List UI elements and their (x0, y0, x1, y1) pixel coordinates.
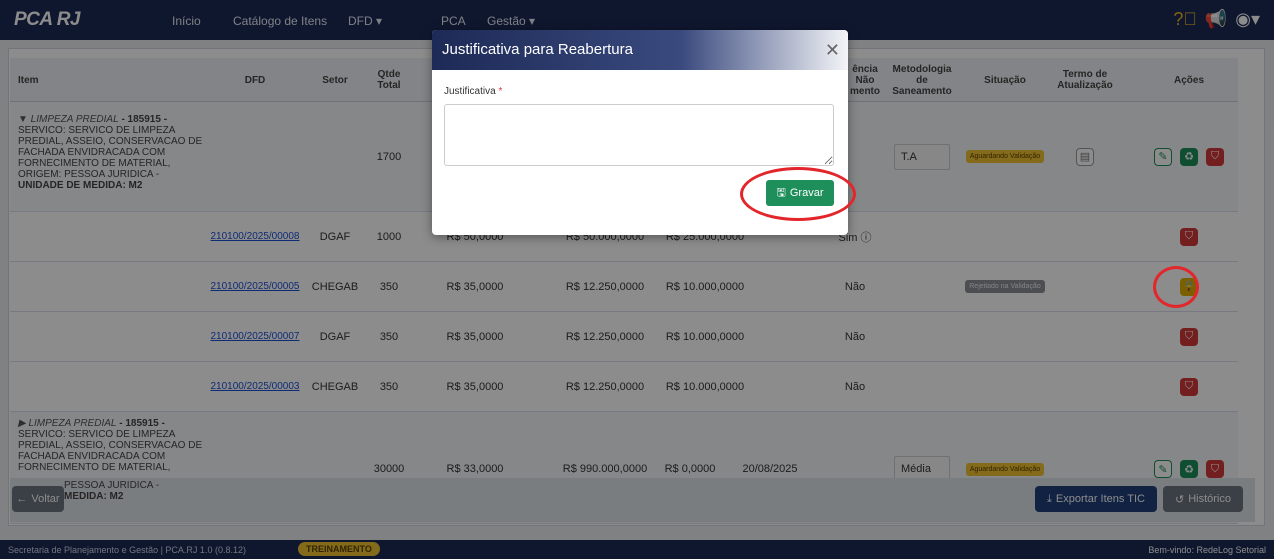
justificativa-textarea[interactable] (444, 104, 834, 166)
highlight-ring-save (740, 167, 856, 221)
highlight-ring-reopen (1153, 266, 1199, 308)
modal-header: Justificativa para Reabertura ✕ (432, 30, 848, 70)
justificativa-label: Justificativa * (444, 86, 502, 97)
label-text: Justificativa (444, 86, 496, 97)
modal-title: Justificativa para Reabertura (442, 41, 633, 58)
close-icon[interactable]: ✕ (825, 40, 840, 61)
required-mark: * (498, 86, 503, 97)
